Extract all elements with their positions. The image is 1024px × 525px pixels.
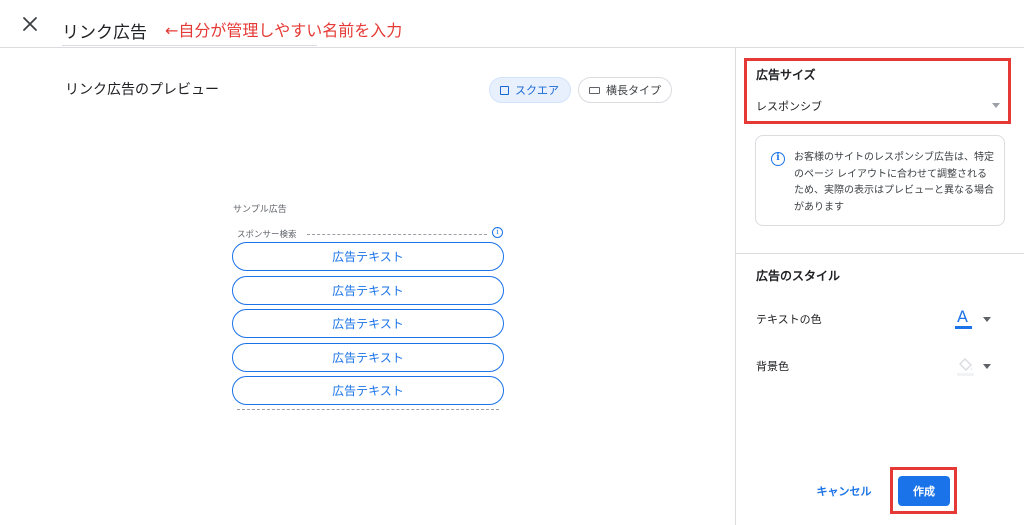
text-color-label: テキストの色	[756, 313, 822, 326]
ad-link-item[interactable]: 広告テキスト	[232, 309, 504, 338]
create-button[interactable]: 作成	[898, 476, 950, 506]
bg-color-label: 背景色	[756, 360, 789, 373]
panel-divider	[735, 48, 736, 525]
tab-square[interactable]: スクエア	[489, 77, 571, 103]
tab-square-label: スクエア	[515, 84, 559, 97]
sponsor-row: スポンサー検索 i	[237, 227, 503, 241]
ad-size-title: 広告サイズ	[756, 68, 816, 82]
sponsor-divider	[307, 234, 487, 235]
annotation-note: ←自分が管理しやすい名前を入力	[165, 21, 403, 40]
chevron-down-icon	[983, 364, 991, 369]
ad-link-item[interactable]: 広告テキスト	[232, 376, 504, 405]
bg-color-picker[interactable]	[955, 354, 991, 378]
sponsor-label: スポンサー検索	[237, 228, 300, 240]
close-button[interactable]	[18, 12, 42, 36]
text-color-swatch	[955, 326, 972, 329]
ad-link-item[interactable]: 広告テキスト	[232, 275, 504, 305]
ad-link-item[interactable]: 広告テキスト	[232, 342, 504, 372]
text-color-picker[interactable]: A	[955, 307, 991, 331]
cancel-button[interactable]: キャンセル	[806, 478, 882, 504]
ad-unit-name-value: リンク広告	[62, 23, 147, 43]
fill-bucket-icon	[957, 358, 974, 376]
tab-landscape-label: 横長タイプ	[606, 84, 661, 97]
square-icon	[500, 85, 509, 95]
ad-link-list: 広告テキスト 広告テキスト 広告テキスト 広告テキスト 広告テキスト	[232, 242, 504, 410]
ad-size-select[interactable]: レスポンシブ	[756, 92, 1004, 118]
chevron-down-icon	[983, 317, 991, 322]
tab-landscape[interactable]: 横長タイプ	[578, 77, 672, 103]
close-icon	[23, 17, 37, 31]
responsive-info-card: i お客様のサイトのレスポンシブ広告は、特定のページ レイアウトに合わせて調整さ…	[755, 135, 1005, 226]
dropdown-arrow-icon	[992, 103, 1000, 108]
ad-style-title: 広告のスタイル	[756, 269, 841, 283]
ad-bottom-divider	[237, 409, 499, 410]
ad-size-value: レスポンシブ	[756, 100, 822, 113]
sample-ad-label: サンプル広告	[233, 205, 287, 215]
preview-title: リンク広告のプレビュー	[65, 82, 219, 98]
responsive-info-text: お客様のサイトのレスポンシブ広告は、特定のページ レイアウトに合わせて調整される…	[794, 152, 994, 213]
ad-info-icon[interactable]: i	[492, 227, 503, 238]
info-icon: i	[771, 152, 785, 166]
landscape-icon	[589, 86, 600, 94]
text-color-icon: A	[957, 307, 968, 326]
top-bar: リンク広告 ←自分が管理しやすい名前を入力	[0, 0, 1024, 48]
section-divider	[736, 253, 1024, 254]
ad-link-item[interactable]: 広告テキスト	[232, 242, 504, 271]
